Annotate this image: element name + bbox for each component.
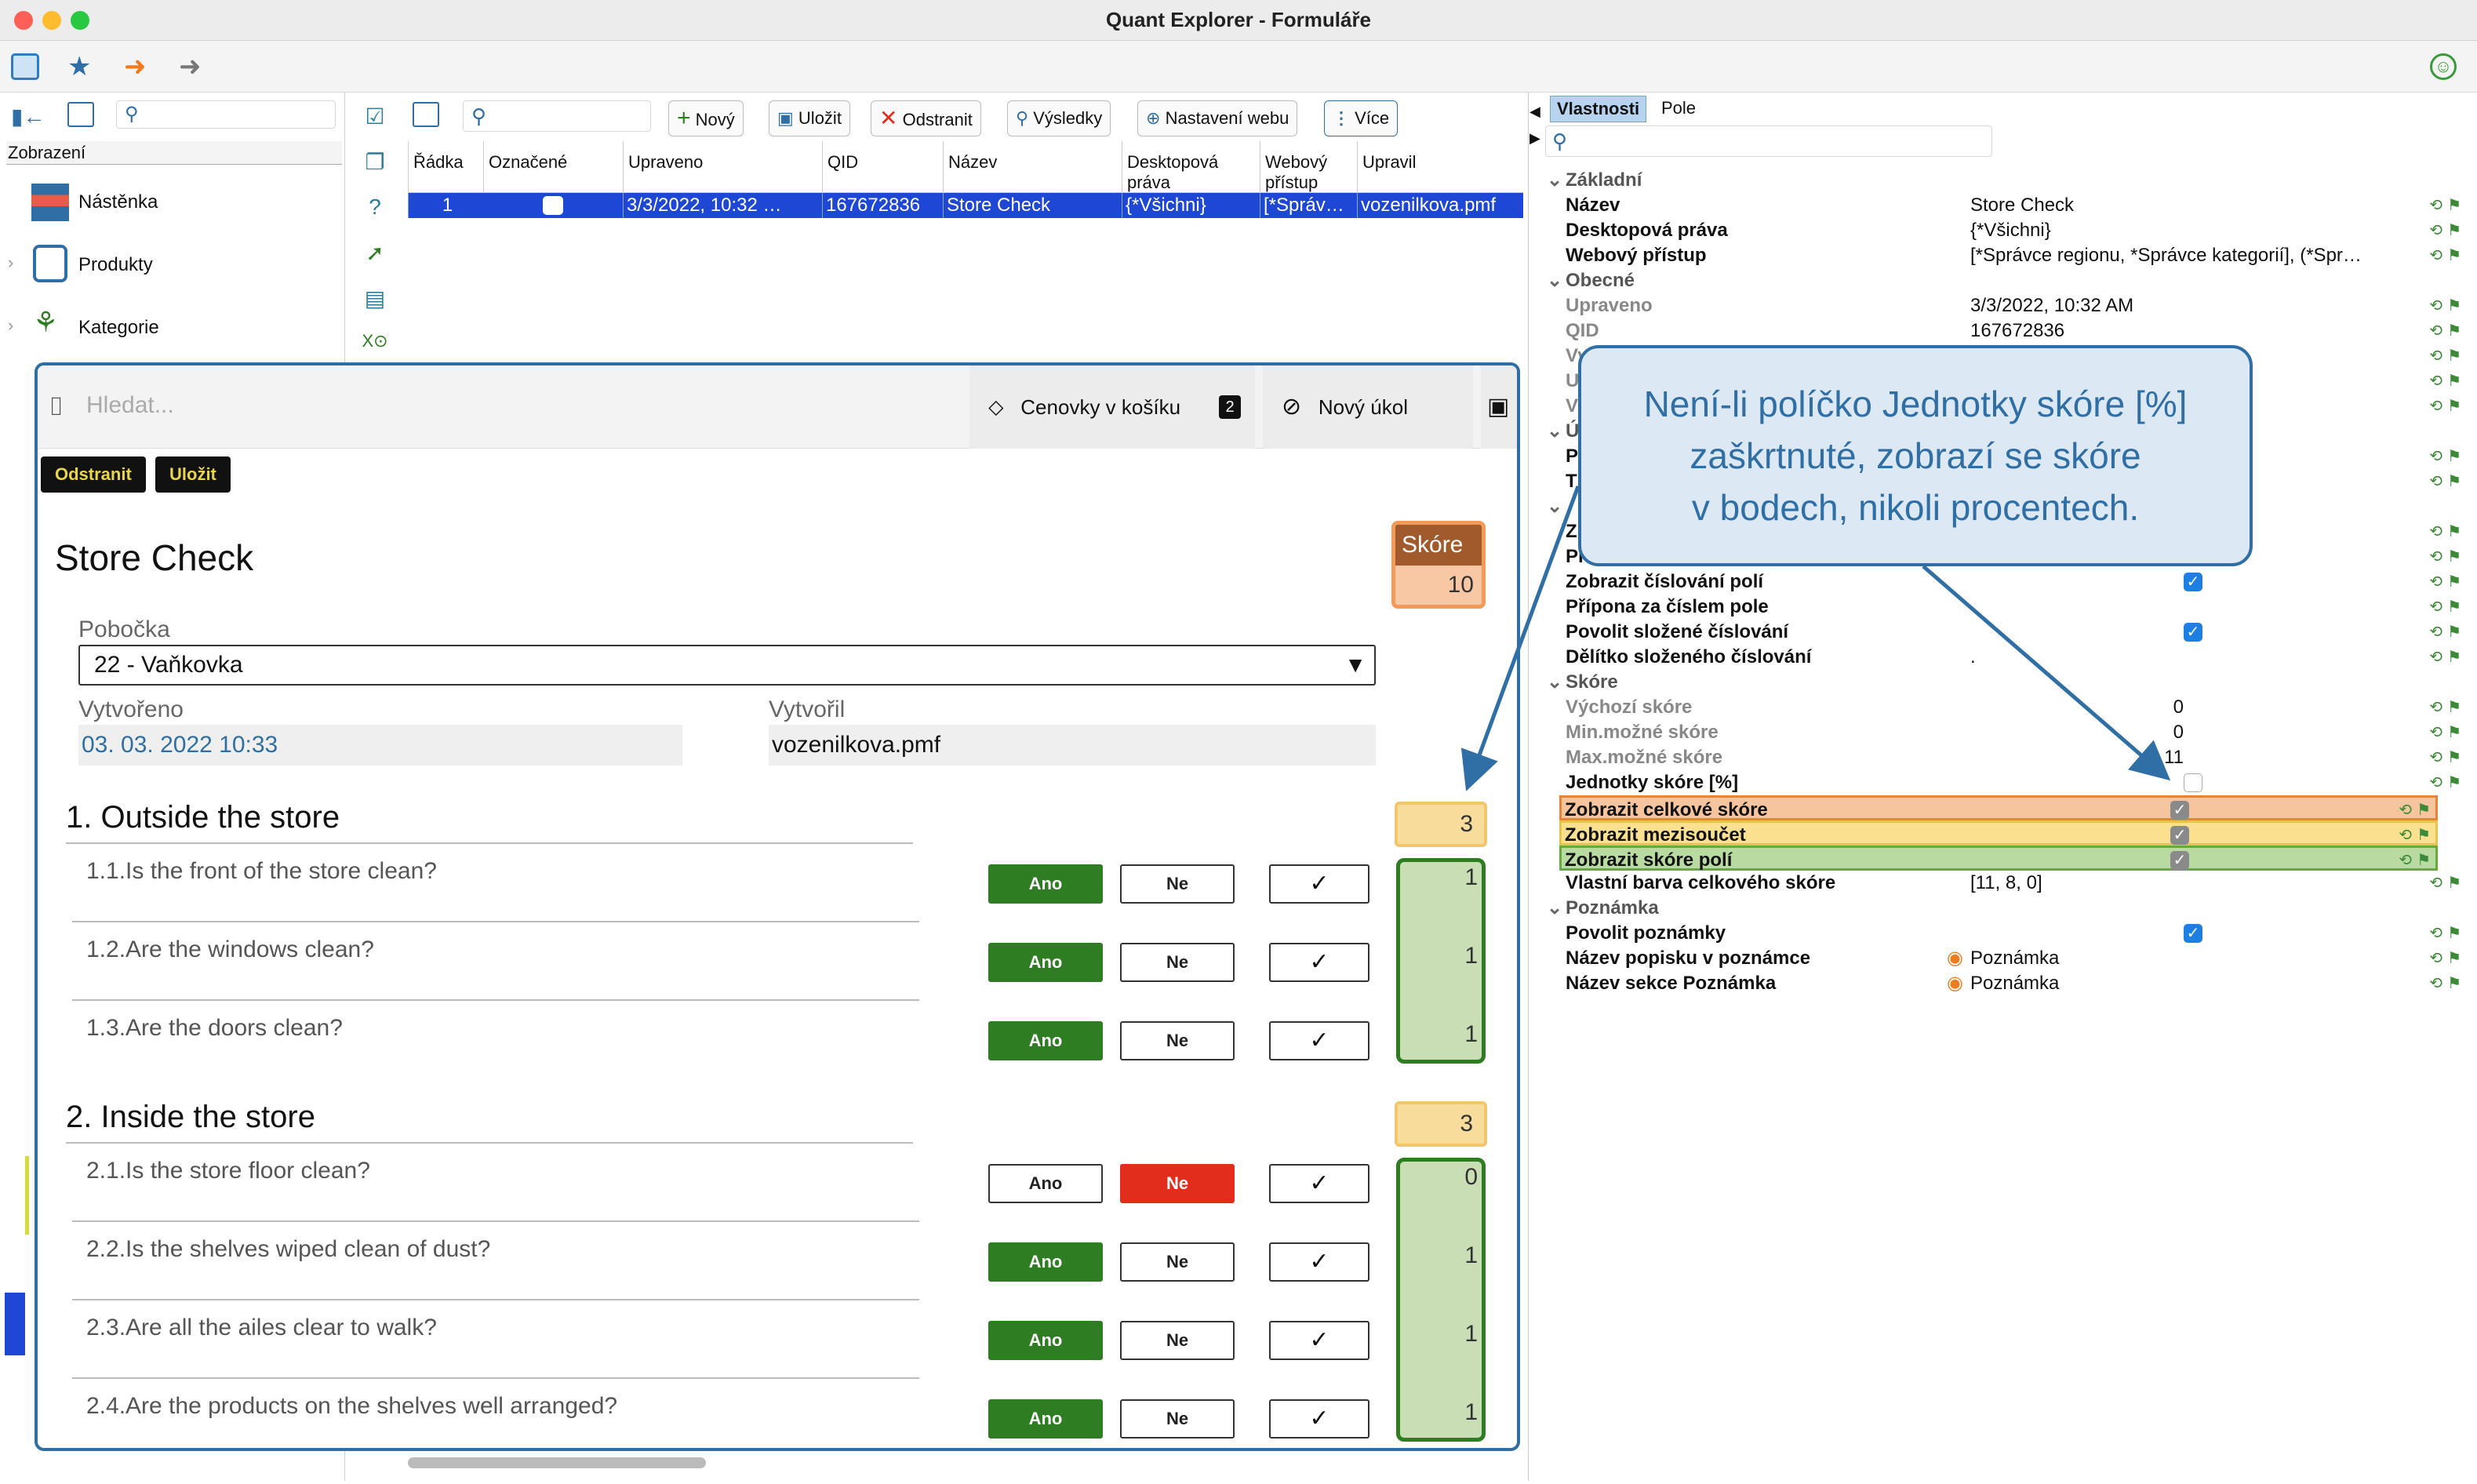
annotation-arrows bbox=[1460, 486, 2171, 791]
callout-arrow-to-form bbox=[1460, 486, 1580, 791]
callout-arrow-to-checkbox bbox=[1922, 565, 2171, 781]
